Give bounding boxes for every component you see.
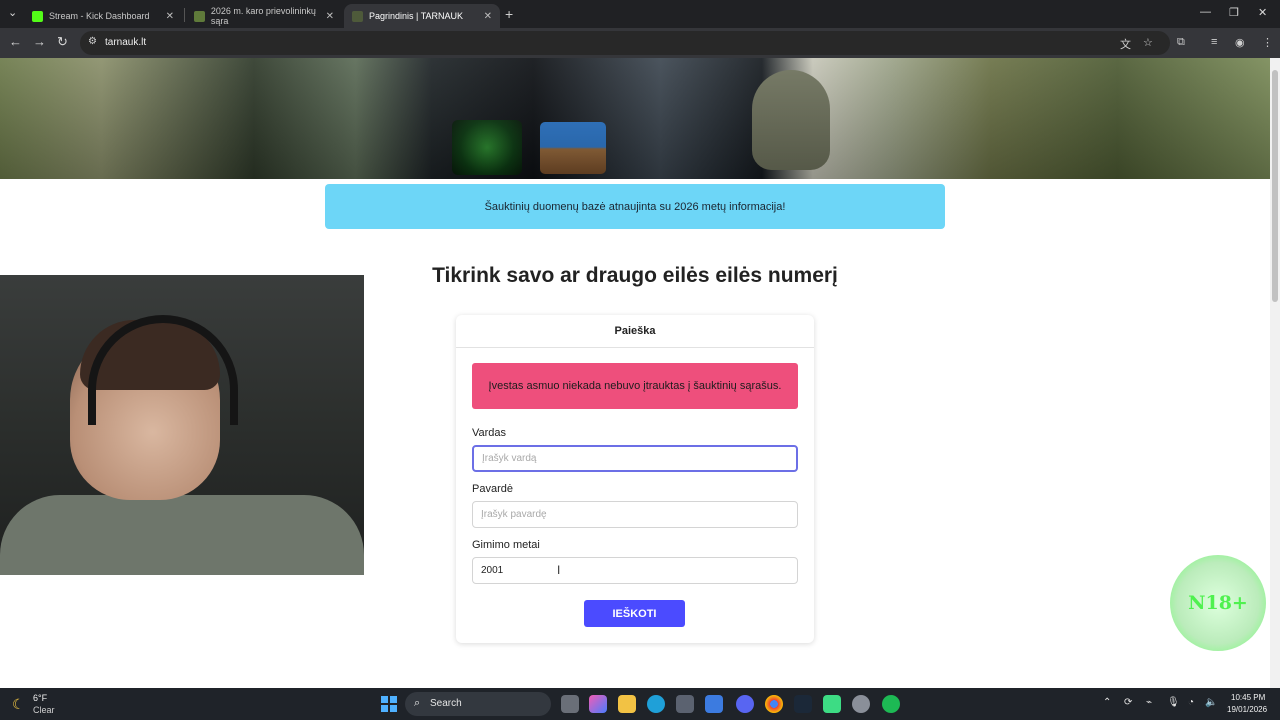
sync-icon[interactable]: ⟳ bbox=[1124, 697, 1132, 708]
hero-banner-image bbox=[0, 58, 1270, 179]
close-tab-icon[interactable]: ✕ bbox=[484, 11, 492, 22]
page-scrollbar-thumb[interactable] bbox=[1272, 70, 1278, 302]
first-name-label: Vardas bbox=[472, 427, 507, 439]
text-cursor-icon: I bbox=[557, 563, 561, 577]
menu-icon[interactable]: ⋮ bbox=[1262, 36, 1273, 49]
taskbar-search-label: Search bbox=[430, 698, 462, 709]
search-button[interactable]: IEŠKOTI bbox=[584, 600, 685, 627]
settings-icon[interactable] bbox=[852, 695, 870, 713]
steam-icon[interactable] bbox=[794, 695, 812, 713]
close-window-icon[interactable]: ✕ bbox=[1258, 6, 1267, 19]
weather-condition[interactable]: Clear bbox=[33, 705, 55, 715]
browser-toolbar: ← → ↻ ⚙ tarnauk.lt 文 ☆ ⧉ ≡ ◉ ⋮ bbox=[0, 28, 1280, 58]
minimize-icon[interactable]: — bbox=[1200, 6, 1211, 18]
birth-year-label: Gimimo metai bbox=[472, 539, 540, 551]
mail-icon[interactable] bbox=[705, 695, 723, 713]
kick-favicon-icon bbox=[32, 10, 43, 22]
task-view-icon[interactable] bbox=[561, 695, 579, 713]
file-explorer-icon[interactable] bbox=[618, 695, 636, 713]
store-icon[interactable] bbox=[676, 695, 694, 713]
webcam-overlay bbox=[0, 275, 364, 575]
edge-icon[interactable] bbox=[647, 695, 665, 713]
tray-overflow-icon[interactable]: ⌃ bbox=[1103, 697, 1111, 708]
clock-date[interactable]: 19/01/2026 bbox=[1227, 705, 1267, 714]
banner-shade bbox=[0, 58, 1270, 179]
age-rating-text: N18+ bbox=[1188, 592, 1248, 614]
browser-tab-strip: ⌄ Stream - Kick Dashboard ✕ 2026 m. karo… bbox=[0, 0, 1280, 28]
tab-title: 2026 m. karo prievolininkų sąra bbox=[210, 6, 316, 26]
close-tab-icon[interactable]: ✕ bbox=[166, 11, 174, 22]
weather-temperature[interactable]: 6°F bbox=[33, 693, 47, 703]
site-favicon-icon bbox=[352, 10, 363, 22]
tab-kick-dashboard[interactable]: Stream - Kick Dashboard ✕ bbox=[24, 4, 182, 28]
search-icon: ⌕ bbox=[414, 697, 421, 709]
microphone-icon[interactable]: 🎙 bbox=[1167, 697, 1180, 708]
site-settings-icon[interactable]: ⚙ bbox=[88, 36, 97, 47]
tab-title: Pagrindinis | TARNAUK bbox=[369, 11, 464, 21]
tab-karo-prievolininku[interactable]: 2026 m. karo prievolininkų sąra ✕ bbox=[186, 4, 342, 28]
new-tab-icon[interactable]: + bbox=[505, 6, 513, 22]
tab-search-icon[interactable]: ⌄ bbox=[8, 6, 17, 19]
bookmark-star-icon[interactable]: ☆ bbox=[1143, 36, 1153, 49]
wifi-icon[interactable]: ◔ bbox=[1188, 697, 1194, 708]
first-name-input[interactable] bbox=[472, 445, 798, 472]
card-title: Paieška bbox=[456, 315, 814, 348]
last-name-input[interactable] bbox=[472, 501, 798, 528]
streamer-shirt bbox=[0, 495, 364, 575]
taskbar-search[interactable]: ⌕ Search bbox=[405, 692, 551, 716]
start-button-icon[interactable] bbox=[381, 696, 397, 712]
copilot-icon[interactable] bbox=[589, 695, 607, 713]
extensions-icon[interactable]: ⧉ bbox=[1177, 36, 1185, 49]
windows-taskbar: ☾ 6°F Clear ⌕ Search ⌃ ⟳ ⌁ 🎙 ◔ 🔈 10:45 P… bbox=[0, 688, 1280, 720]
app-icon[interactable] bbox=[823, 695, 841, 713]
profile-icon[interactable]: ◉ bbox=[1235, 36, 1245, 49]
last-name-label: Pavardė bbox=[472, 483, 513, 495]
update-notice: Šauktinių duomenų bazė atnaujinta su 202… bbox=[325, 184, 945, 229]
url-text: tarnauk.lt bbox=[105, 37, 147, 48]
media-control-icon[interactable]: ≡ bbox=[1211, 36, 1217, 48]
age-rating-badge: N18+ bbox=[1170, 555, 1266, 651]
result-alert: Įvestas asmuo niekada nebuvo įtrauktas į… bbox=[472, 363, 798, 409]
back-icon[interactable]: ← bbox=[9, 34, 22, 49]
clock-time[interactable]: 10:45 PM bbox=[1231, 693, 1265, 702]
forward-icon[interactable]: → bbox=[33, 34, 46, 49]
site-favicon-icon bbox=[194, 10, 205, 22]
address-bar[interactable]: ⚙ tarnauk.lt bbox=[80, 31, 1170, 55]
close-tab-icon[interactable]: ✕ bbox=[326, 11, 334, 22]
chrome-icon[interactable] bbox=[765, 695, 783, 713]
restore-icon[interactable]: ❐ bbox=[1229, 6, 1239, 19]
birth-year-input[interactable] bbox=[472, 557, 798, 584]
tab-divider bbox=[184, 8, 185, 22]
moon-weather-icon[interactable]: ☾ bbox=[12, 696, 25, 713]
tab-pagrindinis-tarnauk[interactable]: Pagrindinis | TARNAUK ✕ bbox=[344, 4, 500, 28]
discord-icon[interactable] bbox=[736, 695, 754, 713]
spotify-icon[interactable] bbox=[882, 695, 900, 713]
reload-icon[interactable]: ↻ bbox=[57, 34, 68, 50]
tab-title: Stream - Kick Dashboard bbox=[49, 11, 150, 21]
volume-icon[interactable]: 🔈 bbox=[1205, 697, 1217, 708]
translate-icon[interactable]: 文 bbox=[1120, 36, 1131, 52]
search-card: Paieška Įvestas asmuo niekada nebuvo įtr… bbox=[456, 315, 814, 643]
network-icon[interactable]: ⌁ bbox=[1146, 697, 1152, 708]
